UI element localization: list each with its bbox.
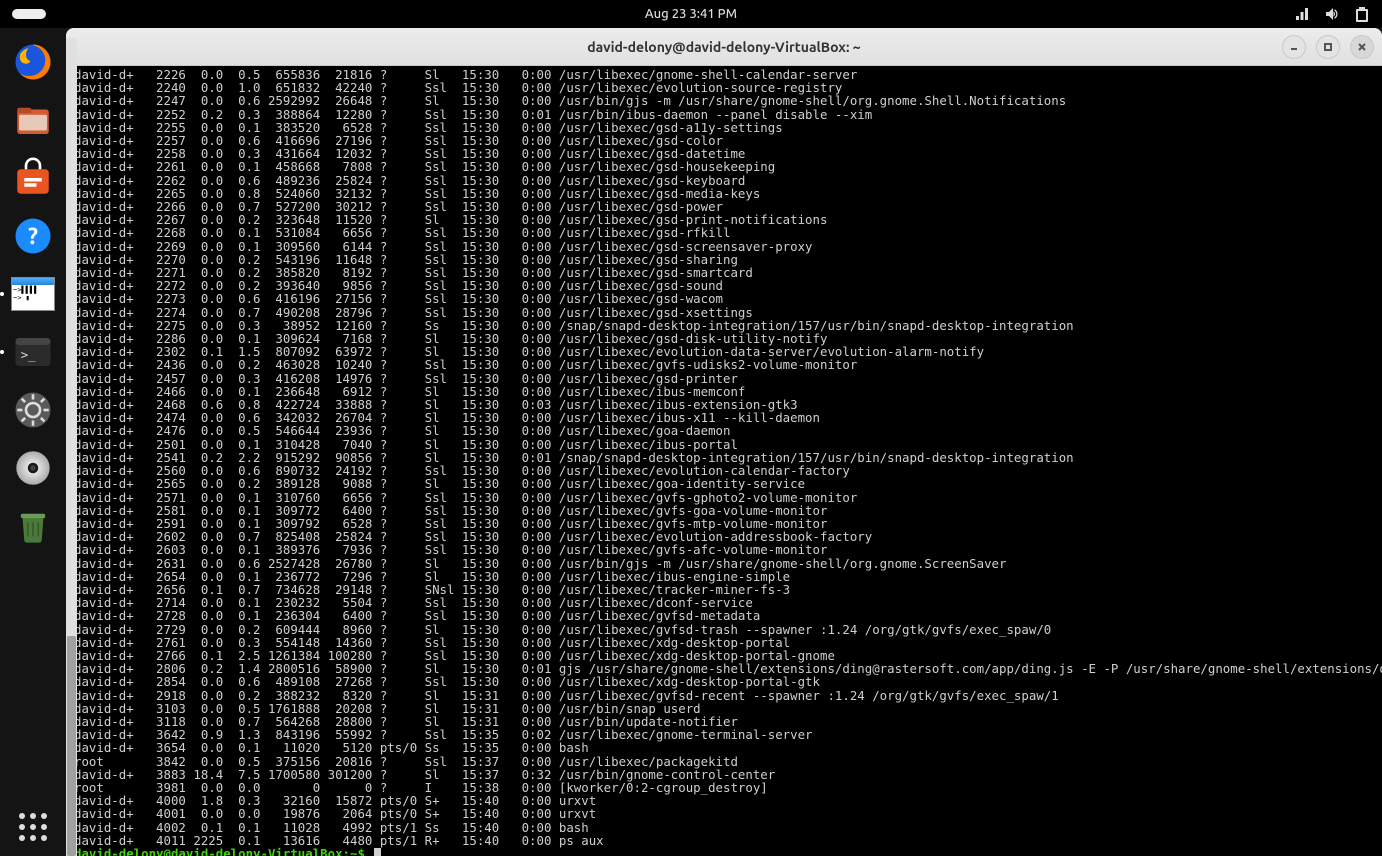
svg-text:>_: >_ (21, 348, 36, 362)
terminal-window: david-delony@david-delony-VirtualBox: ~ … (66, 28, 1382, 856)
window-titlebar[interactable]: david-delony@david-delony-VirtualBox: ~ (66, 28, 1382, 66)
battery-icon[interactable] (1354, 6, 1370, 22)
settings-icon (12, 389, 54, 431)
files-icon (12, 99, 54, 141)
dock-settings[interactable] (7, 384, 59, 436)
svg-text:?: ? (28, 224, 38, 249)
dock-disc[interactable] (7, 442, 59, 494)
dock-trash[interactable] (7, 500, 59, 552)
minimize-button[interactable] (1282, 35, 1306, 59)
software-store-icon (12, 157, 54, 199)
system-tray[interactable] (1294, 6, 1370, 22)
close-button[interactable] (1350, 35, 1374, 59)
volume-icon[interactable] (1324, 6, 1340, 22)
topbar: Aug 23 3:41 PM (0, 0, 1382, 28)
dock-firefox[interactable] (7, 36, 59, 88)
scrollbar[interactable] (66, 38, 77, 856)
dock-software[interactable] (7, 152, 59, 204)
scrollbar-thumb[interactable] (67, 636, 76, 856)
clock[interactable]: Aug 23 3:41 PM (645, 7, 737, 21)
network-icon[interactable] (1294, 6, 1310, 22)
terminal-area[interactable]: david-d+ 2226 0.0 0.5 655836 21816 ? Sl … (66, 66, 1382, 856)
terminal-icon: >_ (12, 331, 54, 373)
dock-files[interactable] (7, 94, 59, 146)
help-icon: ? (12, 215, 54, 257)
activities-pill[interactable] (12, 9, 46, 19)
disc-icon (12, 447, 54, 489)
dock-rxvt[interactable]: ~>▌▌▌▌ ~> ▮ (7, 268, 59, 320)
apps-grid-button[interactable] (12, 806, 54, 848)
dock-help[interactable]: ? (7, 210, 59, 262)
rxvt-icon: ~>▌▌▌▌ ~> ▮ (11, 277, 55, 311)
trash-icon (12, 505, 54, 547)
dock-terminal[interactable]: >_ (7, 326, 59, 378)
apps-grid-icon (19, 813, 47, 841)
maximize-button[interactable] (1316, 35, 1340, 59)
window-title: david-delony@david-delony-VirtualBox: ~ (587, 39, 860, 55)
firefox-icon (12, 41, 54, 83)
dock: ? ~>▌▌▌▌ ~> ▮ >_ (0, 28, 66, 856)
